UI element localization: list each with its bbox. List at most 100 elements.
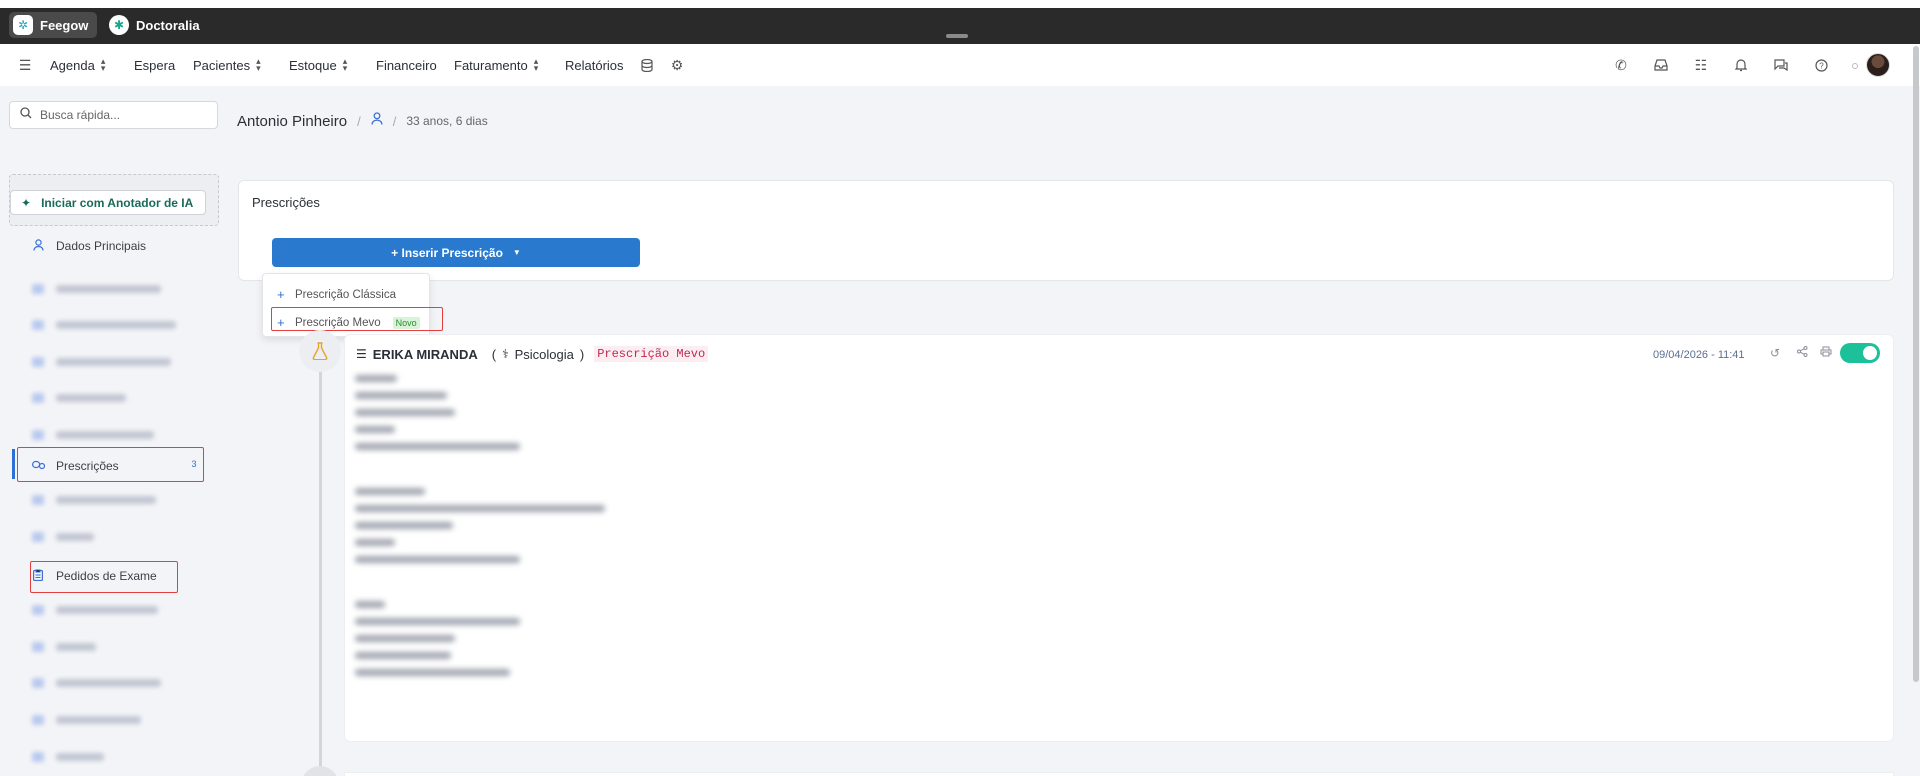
timeline-node [301, 766, 339, 776]
doctor-name: ERIKA MIRANDA [372, 346, 478, 362]
highlight-box-prescricoes [17, 447, 204, 482]
card-title: Prescrições [252, 195, 320, 210]
prescription-type-tag: Prescrição Mevo [594, 346, 709, 362]
help-icon[interactable]: ? [1811, 44, 1831, 86]
database-icon[interactable] [637, 44, 657, 86]
insert-prescription-button[interactable]: + Inserir Prescrição ▼ [272, 238, 640, 267]
search-input[interactable] [40, 108, 200, 122]
nav-financeiro[interactable]: Financeiro [376, 44, 437, 86]
sidebar: ✦ Iniciar com Anotador de IA Dados Princ… [0, 86, 230, 776]
chevron-updown-icon: ▴ ▾ [342, 56, 348, 73]
highlight-box-pedidos-exame [30, 561, 178, 593]
app-tab-doctoralia[interactable]: ✱ Doctoralia [105, 12, 208, 38]
chevron-updown-icon: ▴ ▾ [533, 56, 539, 73]
sidebar-item-blurred[interactable] [32, 676, 161, 690]
app-tab-feegow[interactable]: ✲ Feegow [9, 12, 97, 38]
nav-label: Relatórios [565, 57, 624, 73]
sidebar-item-blurred[interactable] [32, 428, 154, 442]
prescriptions-card: Prescrições + Inserir Prescrição ▼ [238, 180, 1894, 281]
menu-item-label: Prescrição Clássica [295, 288, 396, 301]
sidebar-item-blurred[interactable] [32, 282, 161, 296]
sidebar-item-dados-principais[interactable]: Dados Principais [32, 236, 146, 256]
menu-item-prescricao-classica[interactable]: + Prescrição Clássica [277, 287, 396, 302]
patient-age: 33 anos, 6 dias [406, 114, 488, 128]
sidebar-item-blurred[interactable] [32, 355, 171, 369]
ai-annotator-button[interactable]: ✦ Iniciar com Anotador de IA [10, 190, 206, 215]
sidebar-item-blurred[interactable] [32, 713, 141, 727]
sparkle-icon: ✦ [21, 195, 32, 210]
history-icon[interactable]: ↺ [1768, 346, 1782, 360]
specialty: Psicologia [514, 346, 574, 362]
user-icon [32, 238, 44, 254]
doctoralia-logo-icon: ✱ [109, 15, 129, 35]
plus-icon: + [277, 287, 285, 302]
sidebar-item-blurred[interactable] [32, 493, 156, 507]
sidebar-item-blurred[interactable] [32, 391, 126, 405]
nav-label: Faturamento [454, 57, 528, 73]
app-tab-label: Feegow [40, 17, 89, 33]
highlight-box-prescricao-mevo [271, 307, 443, 331]
button-label: + Inserir Prescrição [391, 245, 503, 260]
nav-label: Estoque [289, 57, 337, 73]
active-indicator [12, 449, 15, 479]
phone-icon[interactable]: ✆ [1611, 44, 1631, 86]
specialty-close-paren: ) [579, 346, 585, 362]
settings-icon[interactable]: ⚙ [667, 44, 687, 86]
sidebar-item-blurred[interactable] [32, 603, 158, 617]
nav-estoque[interactable]: Estoque ▴ ▾ [289, 44, 347, 86]
nav-espera[interactable]: Espera [134, 44, 175, 86]
app-bar: ✲ Feegow ✱ Doctoralia [0, 0, 1920, 44]
stethoscope-icon: ⚕ [502, 347, 509, 361]
print-icon[interactable] [1819, 346, 1833, 360]
svg-text:?: ? [1819, 61, 1824, 70]
avatar[interactable] [1866, 53, 1890, 77]
record-toggle[interactable] [1840, 343, 1880, 363]
sidebar-item-blurred[interactable] [32, 530, 94, 544]
app-tab-label: Doctoralia [136, 17, 200, 33]
page-scrollbar[interactable] [1913, 46, 1919, 682]
timeline-line [319, 350, 322, 776]
chat-icon[interactable] [1771, 44, 1791, 86]
nav-label: Espera [134, 57, 176, 73]
prescription-record-card: ☰ ERIKA MIRANDA ( ⚕ Psicologia ) Prescri… [344, 334, 1894, 742]
record-datetime: 09/04/2026 - 11:41 [1653, 349, 1745, 361]
nav-label: Pacientes [193, 57, 251, 73]
feegow-logo-icon: ✲ [13, 15, 33, 35]
task-list-icon[interactable]: ☷ [1691, 44, 1711, 86]
share-icon[interactable] [1795, 346, 1809, 360]
record-body-blurred [355, 375, 605, 686]
chevron-updown-icon: ▴ ▾ [100, 56, 106, 73]
hamburger-menu-icon[interactable]: ☰ [15, 44, 35, 86]
nav-pacientes[interactable]: Pacientes ▴ ▾ [193, 44, 261, 86]
chevron-updown-icon: ▴ ▾ [256, 56, 261, 73]
patient-name[interactable]: Antonio Pinheiro [237, 113, 347, 130]
nav-relatorios[interactable]: Relatórios [565, 44, 624, 86]
status-dot [1852, 63, 1858, 69]
search-icon [20, 106, 32, 124]
sidebar-item-blurred[interactable] [32, 750, 104, 764]
chevron-down-icon: ▼ [512, 248, 521, 257]
inbox-icon[interactable] [1651, 44, 1671, 86]
specialty-open-paren: ( [491, 346, 497, 362]
breadcrumb-separator: / [357, 113, 361, 129]
list-icon: ☰ [356, 347, 367, 361]
breadcrumb-separator: / [392, 113, 397, 129]
sidebar-item-blurred[interactable] [32, 318, 176, 332]
bell-icon[interactable] [1731, 44, 1751, 86]
nav-agenda[interactable]: Agenda ▴ ▾ [50, 44, 105, 86]
next-record-card [344, 772, 1894, 776]
user-icon[interactable] [371, 112, 383, 130]
sidebar-item-label: Dados Principais [56, 239, 147, 253]
quick-search[interactable] [9, 101, 218, 129]
nav-label: Agenda [50, 57, 95, 73]
flask-icon [299, 330, 341, 372]
nav-label: Financeiro [376, 57, 437, 73]
nav-faturamento[interactable]: Faturamento ▴ ▾ [454, 44, 538, 86]
breadcrumb: Antonio Pinheiro / / 33 anos, 6 dias [237, 112, 488, 130]
main-navbar: ☰ Agenda ▴ ▾ Espera Pacientes ▴ ▾ Estoque … [0, 44, 1920, 86]
record-header: ☰ ERIKA MIRANDA ( ⚕ Psicologia ) Prescri… [356, 346, 709, 362]
drag-handle[interactable] [946, 34, 968, 38]
toggle-knob [1863, 346, 1877, 360]
ai-button-label: Iniciar com Anotador de IA [41, 195, 194, 210]
sidebar-item-blurred[interactable] [32, 640, 96, 654]
